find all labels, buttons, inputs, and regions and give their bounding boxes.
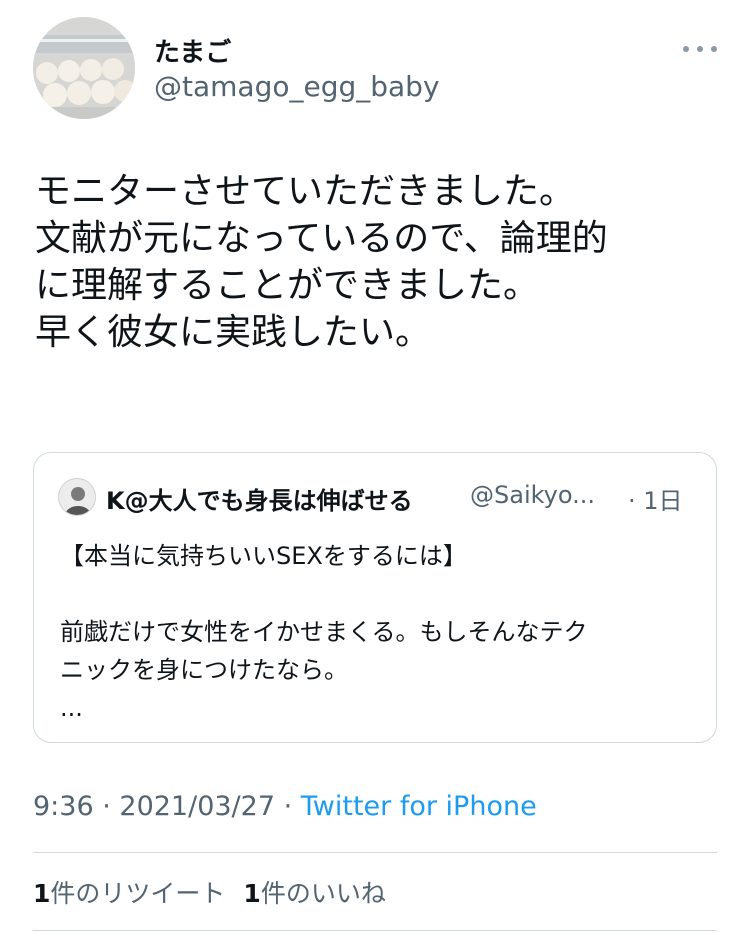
quoted-author-avatar (58, 478, 96, 516)
likes-stat[interactable]: 1件のいいね (243, 879, 385, 908)
meta-separator: · (275, 791, 301, 822)
quoted-text-line (60, 575, 700, 613)
more-horizontal-icon[interactable] (683, 36, 717, 62)
more-dot (683, 46, 689, 52)
author-avatar[interactable] (33, 17, 135, 119)
quoted-author-name: K@大人でも身長は伸ばせる (106, 487, 413, 515)
quoted-tweet-card[interactable]: K@大人でも身長は伸ばせる @Saikyo... · 1日 【本当に気持ちいいS… (33, 452, 717, 743)
quoted-text-line: ... (60, 694, 83, 722)
quoted-text-line: ニックを身につけたなら。 (60, 656, 348, 684)
quoted-tweet-text: 【本当に気持ちいいSEXをするには】 前戯だけで女性をイかせまくる。もしそんなテ… (60, 537, 700, 727)
tweet-text-line: モニターさせていただきました。 (35, 171, 576, 212)
more-dot (711, 46, 717, 52)
like-label: 件のいいね (260, 879, 386, 908)
divider (33, 852, 717, 853)
author-name[interactable]: たまご (154, 32, 231, 69)
tweet-text: モニターさせていただきました。 文献が元になっているので、論理的 に理解すること… (35, 168, 725, 356)
tweet-text-line: 文献が元になっているので、論理的 (35, 218, 608, 259)
divider (33, 930, 717, 931)
tweet-source-link[interactable]: Twitter for iPhone (301, 791, 537, 822)
meta-separator: · (93, 791, 120, 822)
tweet-stats: 1件のリツイート 1件のいいね (33, 874, 386, 910)
quoted-text-line: 【本当に気持ちいいSEXをするには】 (60, 542, 467, 570)
tweet-time[interactable]: 9:36 (33, 791, 94, 822)
quoted-text-line: 前戯だけで女性をイかせまくる。もしそんなテク (60, 618, 588, 646)
retweet-label: 件のリツイート (50, 879, 226, 908)
tweet-text-line: に理解することができました。 (35, 265, 540, 306)
more-dot (697, 46, 703, 52)
tweet-meta: 9:36 · 2021/03/27 · Twitter for iPhone (33, 791, 537, 822)
tweet-date[interactable]: 2021/03/27 (119, 791, 275, 822)
retweets-stat[interactable]: 1件のリツイート (33, 879, 225, 908)
author-handle[interactable]: @tamago_egg_baby (154, 70, 440, 103)
retweet-count: 1 (33, 879, 51, 908)
tweet-text-line: 早く彼女に実践したい。 (35, 312, 432, 353)
quoted-author-handle: @Saikyo... (470, 481, 596, 509)
like-count: 1 (243, 879, 261, 908)
quoted-tweet-date: · 1日 (628, 487, 683, 515)
